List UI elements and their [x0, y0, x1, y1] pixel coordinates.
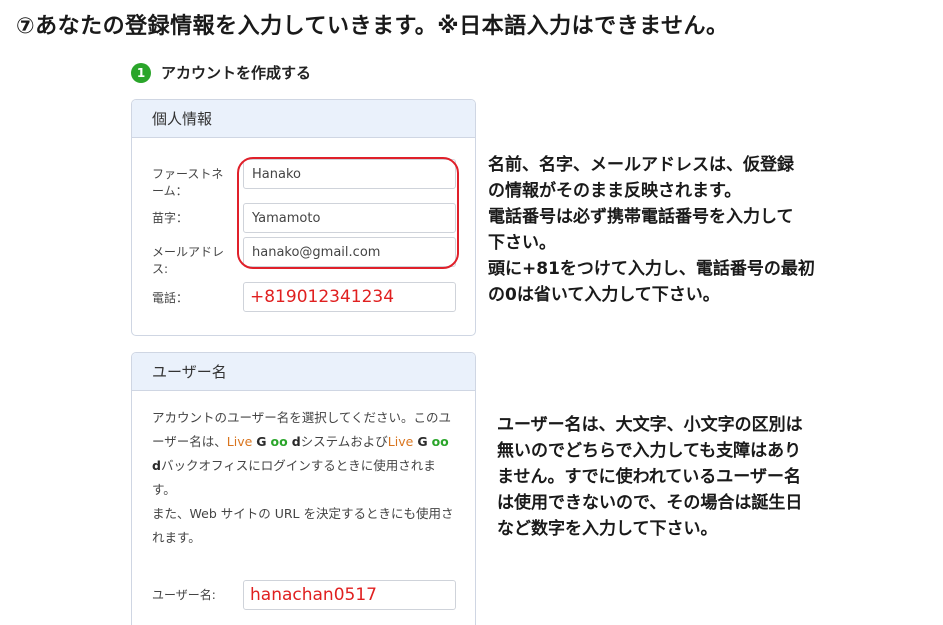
step-indicator: 1 アカウントを作成する: [131, 62, 311, 83]
first-name-field[interactable]: Hanako: [243, 159, 456, 189]
email-label: メールアドレ ス:: [152, 245, 225, 276]
username-label: ユーザー名:: [152, 588, 216, 602]
last-name-label: 苗字：: [152, 211, 189, 225]
brand-d-text: d: [291, 434, 301, 449]
step-title: アカウントを作成する: [161, 64, 312, 82]
username-header: ユーザー名: [132, 353, 475, 391]
brand-oo-text: oo: [270, 434, 288, 449]
brand-g-text-2: G: [417, 434, 428, 449]
tutorial-screenshot: ⑦あなたの登録情報を入力していきます。※日本語入力はできません。 1 アカウント…: [0, 0, 943, 625]
instruction-heading: ⑦あなたの登録情報を入力していきます。※日本語入力はできません。: [16, 14, 729, 39]
brand-d-text-2: d: [152, 458, 161, 473]
username-note: ユーザー名は、大文字、小文字の区別は 無いのでどちらで入力しても支障はあり ませ…: [497, 415, 803, 539]
phone-field[interactable]: +819012341234: [243, 282, 456, 312]
brand-live-text: Live: [226, 434, 253, 449]
phone-label: 電話：: [152, 291, 189, 305]
brand-live-text-2: Live: [387, 434, 414, 449]
brand-g-text: G: [256, 434, 267, 449]
first-name-label: ファーストネ ーム：: [152, 167, 224, 198]
email-field[interactable]: hanako@gmail.com: [243, 237, 456, 267]
step-number-badge: 1: [131, 62, 151, 83]
last-name-field[interactable]: Yamamoto: [243, 203, 456, 233]
username-field[interactable]: hanachan0517: [243, 580, 456, 610]
personal-info-header: 個人情報: [132, 100, 475, 138]
brand-oo-text-2: oo: [431, 434, 449, 449]
username-description: アカウントのユーザー名を選択してください。このユーザー名は、Live G oo …: [152, 410, 454, 545]
personal-info-note: 名前、名字、メールアドレスは、仮登録 の情報がそのまま反映されます。 電話番号は…: [488, 155, 815, 305]
